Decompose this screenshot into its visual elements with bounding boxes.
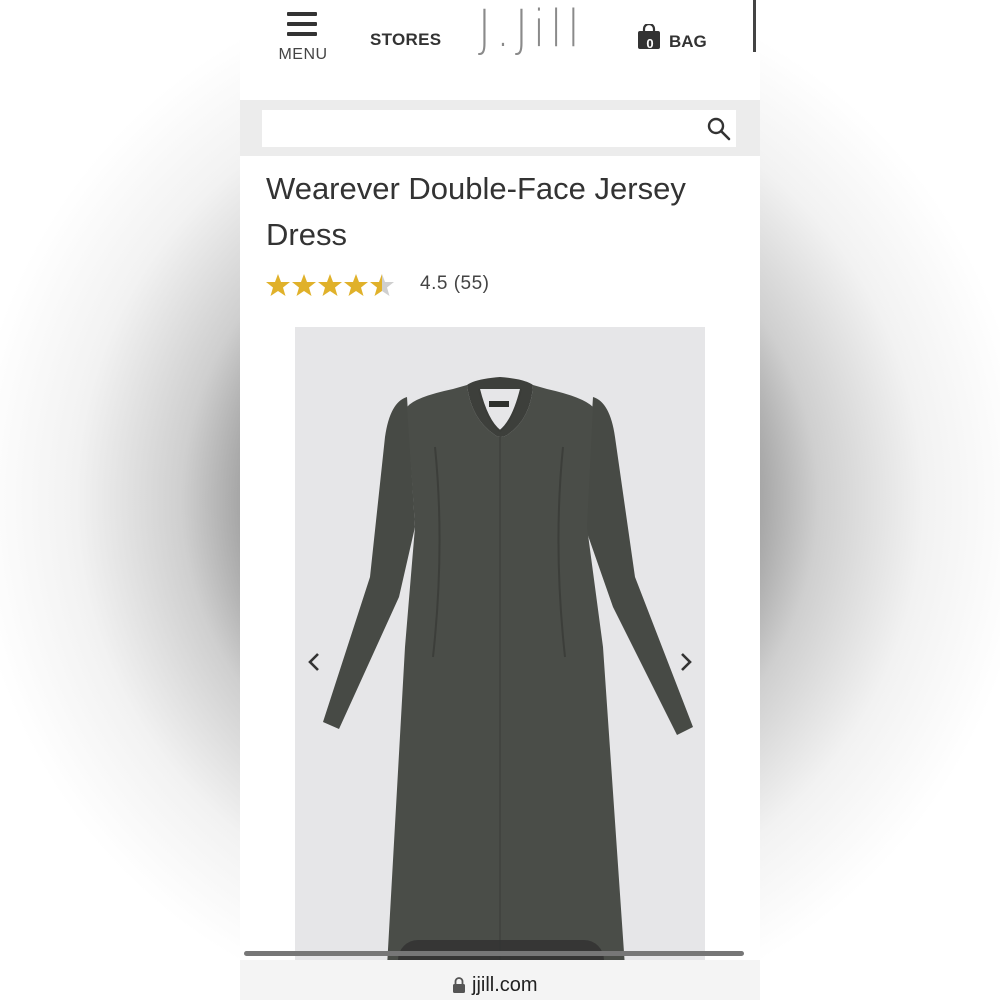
shopping-bag-icon: 0 [637,24,660,51]
bag-count: 0 [646,36,654,51]
browser-url-bar[interactable]: jjill.com [240,960,760,1000]
stores-link[interactable]: STORES [370,30,441,50]
chevron-left-icon [308,653,319,671]
site-header: MENU STORES J.Jill 0 BAG [240,0,760,100]
rating-text: 4.5 (55) [420,273,490,294]
dress-image [323,377,693,967]
search-input[interactable] [270,114,674,144]
star-full-icon [318,274,342,296]
lock-icon [452,977,466,993]
product-title: Wearever Double-Face Jersey Dress [266,171,686,252]
previous-image-button[interactable] [302,650,326,674]
next-image-button[interactable] [674,650,698,674]
mobile-browser-viewport: MENU STORES J.Jill 0 BAG Wearever Double… [240,0,760,1000]
menu-button[interactable]: MENU [270,8,336,68]
product-image[interactable] [295,327,705,967]
search-icon[interactable] [706,116,732,142]
hamburger-icon [287,12,317,36]
chevron-right-icon [681,653,692,671]
site-logo[interactable]: J.Jill [478,0,585,59]
star-full-icon [266,274,290,296]
bag-button[interactable]: 0 BAG [635,20,715,60]
menu-label: MENU [278,46,328,63]
star-full-icon [344,274,368,296]
star-half-icon [370,274,394,296]
search-bar [240,100,760,156]
scrollbar[interactable] [753,0,756,52]
home-indicator[interactable] [244,951,744,956]
url-text: jjill.com [472,974,538,996]
star-rating-icon [266,274,394,296]
search-box [262,110,736,147]
star-full-icon [292,274,316,296]
bag-label: BAG [669,32,707,51]
